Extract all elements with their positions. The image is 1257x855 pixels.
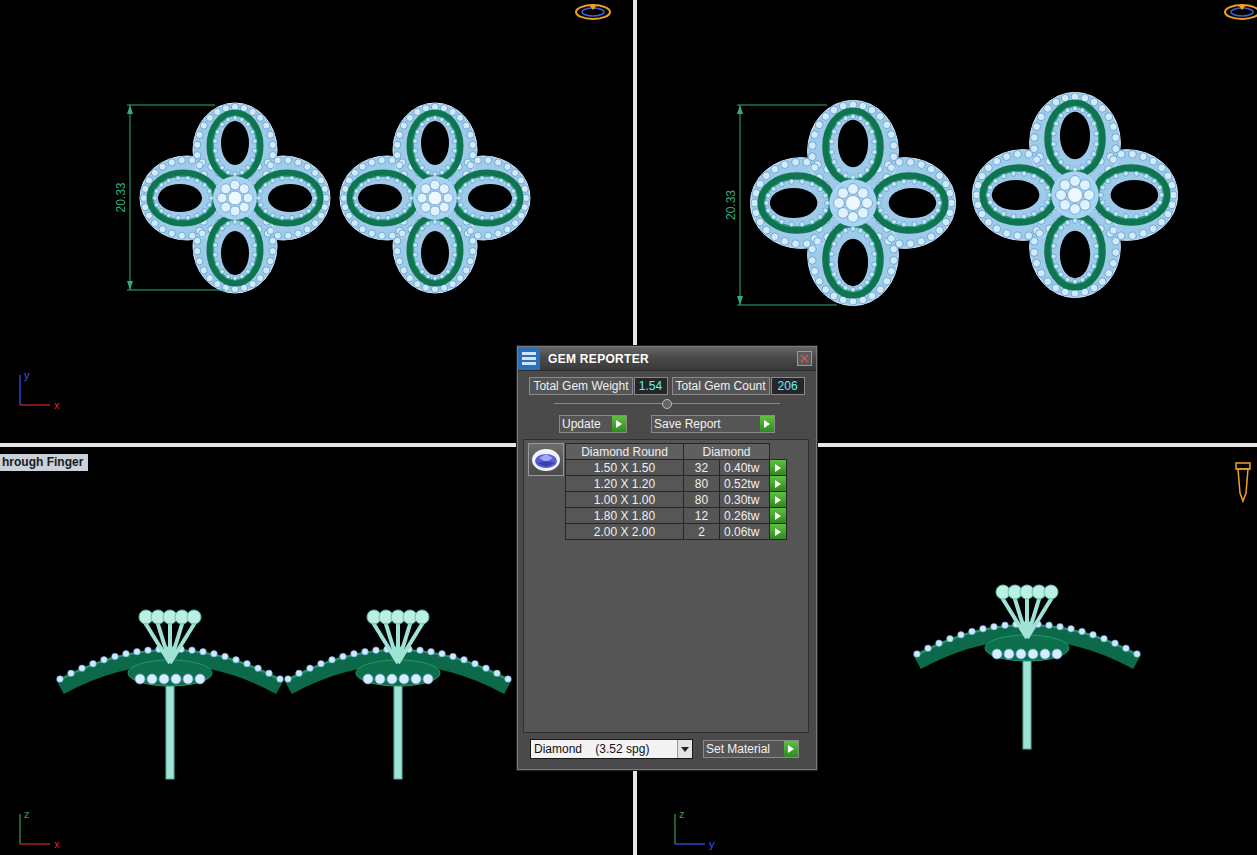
stat-label: Total Gem Count: [672, 377, 770, 395]
action-button[interactable]: Save Report: [651, 415, 775, 433]
table-row[interactable]: 1.00 X 1.00800.30tw: [566, 492, 787, 508]
dialog-title: GEM REPORTER: [548, 352, 649, 366]
stat-value: 1.54: [634, 377, 668, 395]
action-button[interactable]: Update: [559, 415, 627, 433]
dimension-text: 20.33: [724, 190, 738, 220]
gem-type-badge[interactable]: [528, 443, 564, 476]
count-cell: 12: [684, 508, 720, 524]
dimension-line: 20.33: [114, 105, 225, 290]
gem-reporter-icon: [518, 348, 540, 370]
close-button[interactable]: [797, 351, 812, 366]
play-arrow-icon: [775, 480, 781, 488]
play-arrow-icon: [775, 512, 781, 520]
count-cell: 32: [684, 460, 720, 476]
clover-earring-figure[interactable]: [340, 103, 530, 293]
dropdown-arrow: [677, 740, 692, 758]
row-action-button[interactable]: [770, 492, 786, 507]
material-row: Diamond (3.52 spg) Set Material: [518, 733, 816, 759]
gem-list-panel: Diamond RoundDiamond1.50 X 1.50320.40tw1…: [523, 439, 809, 733]
size-cell: 1.50 X 1.50: [566, 460, 684, 476]
axis-icon: zx: [20, 808, 60, 850]
size-cell: 1.00 X 1.00: [566, 492, 684, 508]
split-handle[interactable]: [554, 398, 780, 410]
play-arrow-icon: [775, 464, 781, 472]
play-arrow-icon: [616, 420, 622, 428]
green-arrow: [784, 741, 798, 757]
round-diamond-icon: [531, 448, 561, 472]
svg-text:z: z: [679, 808, 685, 820]
earring-side-figure[interactable]: [57, 610, 284, 779]
svg-text:z: z: [24, 808, 30, 820]
row-action-cell: [770, 508, 787, 524]
stat-label: Total Gem Weight: [529, 377, 632, 395]
green-arrow: [760, 416, 774, 432]
column-header: Diamond Round: [566, 444, 684, 460]
gem-reporter-dialog[interactable]: GEM REPORTERTotal Gem Weight1.54Total Ge…: [517, 346, 817, 770]
totals-row: Total Gem Weight1.54Total Gem Count206: [518, 371, 816, 395]
svg-text:x: x: [54, 399, 60, 411]
clover-earring-figure[interactable]: [140, 103, 330, 293]
axis-icon: yx: [20, 369, 60, 411]
row-action-button[interactable]: [770, 524, 786, 539]
row-action-cell: [770, 492, 787, 508]
weight-cell: 0.30tw: [720, 492, 770, 508]
svg-text:y: y: [24, 369, 30, 381]
axis-icon: zy: [675, 808, 715, 850]
stat-value: 206: [771, 377, 805, 395]
earring-side-figure[interactable]: [285, 610, 512, 779]
play-arrow-icon: [764, 420, 770, 428]
set-material-button[interactable]: Set Material: [703, 740, 799, 758]
size-cell: 1.80 X 1.80: [566, 508, 684, 524]
view-pin-icon[interactable]: [1236, 463, 1250, 501]
count-cell: 80: [684, 492, 720, 508]
earring-side-figure[interactable]: [914, 585, 1141, 749]
close-icon: [800, 354, 809, 363]
svg-text:y: y: [709, 838, 715, 850]
table-row[interactable]: 1.80 X 1.80120.26tw: [566, 508, 787, 524]
row-action-cell: [770, 524, 787, 540]
row-action-cell: [770, 476, 787, 492]
play-arrow-icon: [775, 496, 781, 504]
dimension-line: 20.33: [724, 105, 837, 305]
material-select[interactable]: Diamond (3.52 spg): [530, 739, 693, 759]
view-ring-icon[interactable]: [1225, 5, 1257, 19]
total-weight: Total Gem Weight1.54: [529, 377, 667, 395]
row-action-button[interactable]: [770, 476, 786, 491]
weight-cell: 0.40tw: [720, 460, 770, 476]
title-bar[interactable]: GEM REPORTER: [518, 347, 816, 371]
view-ring-icon[interactable]: [576, 5, 610, 19]
clover-earring-figure[interactable]: [972, 92, 1177, 297]
green-arrow: [612, 416, 626, 432]
row-action-button[interactable]: [770, 508, 786, 523]
count-cell: 2: [684, 524, 720, 540]
handle-knob[interactable]: [662, 399, 672, 409]
weight-cell: 0.06tw: [720, 524, 770, 540]
size-cell: 2.00 X 2.00: [566, 524, 684, 540]
chevron-down-icon: [681, 747, 689, 752]
svg-text:x: x: [54, 838, 60, 850]
table-row[interactable]: 1.50 X 1.50320.40tw: [566, 460, 787, 476]
table-row[interactable]: 1.20 X 1.20800.52tw: [566, 476, 787, 492]
dimension-text: 20.33: [114, 182, 128, 212]
row-action-cell: [770, 460, 787, 476]
row-action-button[interactable]: [770, 460, 786, 475]
weight-cell: 0.26tw: [720, 508, 770, 524]
total-count: Total Gem Count206: [672, 377, 805, 395]
play-arrow-icon: [775, 528, 781, 536]
cad-workspace: 20.33yx20.33zxhrough FingerzyGEM REPORTE…: [0, 0, 1257, 855]
actions-row: Update Save Report: [518, 410, 816, 433]
gem-table: Diamond RoundDiamond1.50 X 1.50320.40tw1…: [565, 443, 787, 540]
weight-cell: 0.52tw: [720, 476, 770, 492]
view-name-label: hrough Finger: [0, 454, 88, 471]
play-arrow-icon: [788, 745, 794, 753]
table-header-row: Diamond RoundDiamond: [566, 444, 787, 460]
count-cell: 80: [684, 476, 720, 492]
clover-earring-figure[interactable]: [750, 100, 955, 305]
size-cell: 1.20 X 1.20: [566, 476, 684, 492]
table-row[interactable]: 2.00 X 2.0020.06tw: [566, 524, 787, 540]
column-header: Diamond: [684, 444, 770, 460]
